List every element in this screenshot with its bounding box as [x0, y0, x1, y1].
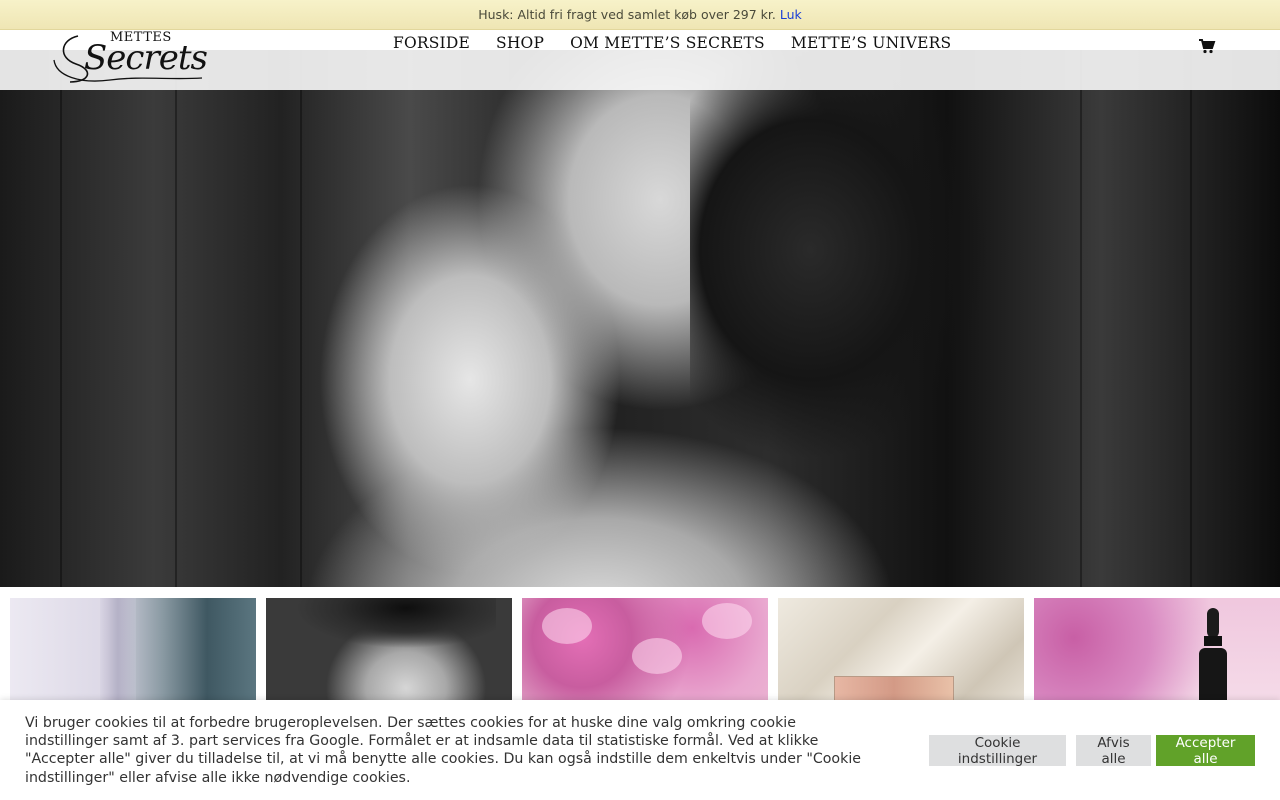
site-header: METTES Secrets FORSIDE SHOP OM METTE’S S… [0, 30, 1280, 90]
flower-petal [702, 603, 752, 639]
thumbnail-image[interactable] [1034, 598, 1280, 708]
nav-item-om-mettes-secrets[interactable]: OM METTE’S SECRETS [557, 34, 778, 58]
notice-text: Husk: Altid fri fragt ved samlet køb ove… [478, 7, 776, 22]
thumbnail-hair-shade [296, 598, 496, 658]
flower-petal [542, 608, 592, 644]
reject-all-button[interactable]: Afvis alle [1076, 735, 1151, 767]
nav-item-shop[interactable]: SHOP [483, 34, 557, 58]
free-shipping-notice: Husk: Altid fri fragt ved samlet køb ove… [0, 0, 1280, 30]
cookie-consent-bar: Vi bruger cookies til at forbedre bruger… [0, 700, 1280, 800]
nav-item-forside[interactable]: FORSIDE [380, 34, 483, 58]
thumbnail-image[interactable] [266, 598, 512, 708]
flower-petal [632, 638, 682, 674]
cookie-settings-button[interactable]: Cookie indstillinger [929, 735, 1066, 767]
logo-text-script: Secrets [84, 38, 208, 78]
site-logo[interactable]: METTES Secrets [50, 30, 210, 86]
thumbnail-image[interactable] [778, 598, 1024, 708]
notice-close-link[interactable]: Luk [780, 7, 802, 22]
curtain-fold [60, 50, 62, 587]
thumbnail-image[interactable] [10, 598, 256, 708]
curtain-fold [300, 50, 302, 587]
cookie-text: Vi bruger cookies til at forbedre bruger… [25, 715, 862, 786]
curtain-fold [175, 50, 177, 587]
shopping-cart-icon[interactable] [1198, 38, 1216, 54]
nav-item-mettes-univers[interactable]: METTE’S UNIVERS [778, 34, 964, 58]
fabric-fold [100, 598, 136, 708]
dropper-bottle-icon [1199, 608, 1227, 708]
accept-all-button[interactable]: Accepter alle [1156, 735, 1255, 767]
thumbnail-strip [0, 598, 1280, 708]
curtain-fold [1190, 50, 1192, 587]
hero-hair-shade [690, 50, 1130, 550]
curtain-fold [1080, 50, 1082, 587]
main-nav: FORSIDE SHOP OM METTE’S SECRETS METTE’S … [380, 34, 964, 58]
thumbnail-image[interactable] [522, 598, 768, 708]
hero-image [0, 50, 1280, 587]
